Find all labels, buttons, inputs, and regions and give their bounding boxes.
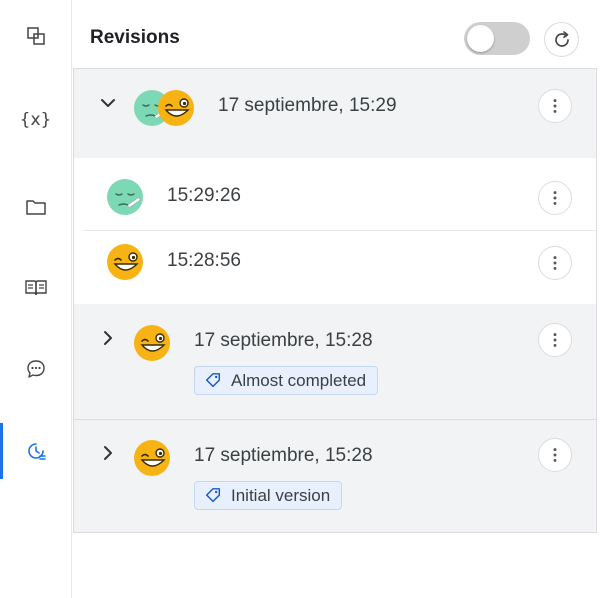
more-options-button[interactable] <box>538 181 572 215</box>
overlap-squares-icon[interactable] <box>0 8 71 64</box>
tag-label: Initial version <box>231 485 331 505</box>
grin-face-avatar <box>107 244 143 280</box>
revision-time: 15:28:56 <box>167 250 241 271</box>
revision-subitems: 15:29:26 15:28:56 <box>74 158 596 305</box>
chevron-right-icon[interactable] <box>98 443 118 463</box>
grin-face-avatar <box>134 440 170 476</box>
revision-tag[interactable]: Initial version <box>194 481 343 510</box>
refresh-button[interactable] <box>544 22 579 57</box>
book-icon[interactable] <box>0 260 71 316</box>
list-item[interactable]: 15:28:56 <box>74 231 596 304</box>
tag-icon <box>204 372 222 390</box>
history-icon[interactable] <box>0 423 71 479</box>
tag-label: Almost completed <box>231 370 367 390</box>
panel-title: Revisions <box>90 27 180 48</box>
variables-icon[interactable]: {x} <box>0 92 71 148</box>
variables-glyph: {x} <box>19 110 52 130</box>
more-options-button[interactable] <box>538 323 572 357</box>
chat-bubble-icon[interactable] <box>0 341 71 397</box>
revision-date: 17 septiembre, 15:28 <box>194 445 373 466</box>
refresh-icon <box>554 30 569 47</box>
more-vert-icon <box>546 97 564 115</box>
icon-rail: {x} <box>0 0 72 598</box>
revision-group[interactable]: 17 septiembre, 15:28 Almost completed <box>74 304 596 420</box>
more-vert-icon <box>546 254 564 272</box>
folder-icon[interactable] <box>0 179 71 235</box>
panel-header: Revisions <box>73 0 597 68</box>
grin-face-avatar <box>158 90 194 126</box>
more-options-button[interactable] <box>538 246 572 280</box>
grin-face-avatar <box>134 325 170 361</box>
tag-icon <box>204 487 222 505</box>
sick-face-avatar <box>107 179 143 215</box>
revision-group[interactable]: 17 septiembre, 15:29 <box>74 69 596 159</box>
revision-tag[interactable]: Almost completed <box>194 366 379 395</box>
revisions-panel: Revisions 17 septiembre, 15:29 15:29:26 … <box>73 0 612 598</box>
revision-list: 17 septiembre, 15:29 15:29:26 15:28:56 1… <box>73 68 597 533</box>
more-vert-icon <box>546 446 564 464</box>
list-item[interactable]: 15:29:26 <box>74 158 596 230</box>
revision-date: 17 septiembre, 15:28 <box>194 330 373 351</box>
revision-group[interactable]: 17 septiembre, 15:28 Initial version <box>74 420 596 532</box>
more-options-button[interactable] <box>538 438 572 472</box>
show-named-toggle[interactable] <box>464 22 530 55</box>
chevron-right-icon[interactable] <box>98 328 118 348</box>
revision-date: 17 septiembre, 15:29 <box>218 95 397 116</box>
toggle-knob <box>467 25 494 52</box>
more-vert-icon <box>546 189 564 207</box>
revision-time: 15:29:26 <box>167 185 241 206</box>
chevron-down-icon[interactable] <box>98 93 118 113</box>
more-options-button[interactable] <box>538 89 572 123</box>
more-vert-icon <box>546 331 564 349</box>
